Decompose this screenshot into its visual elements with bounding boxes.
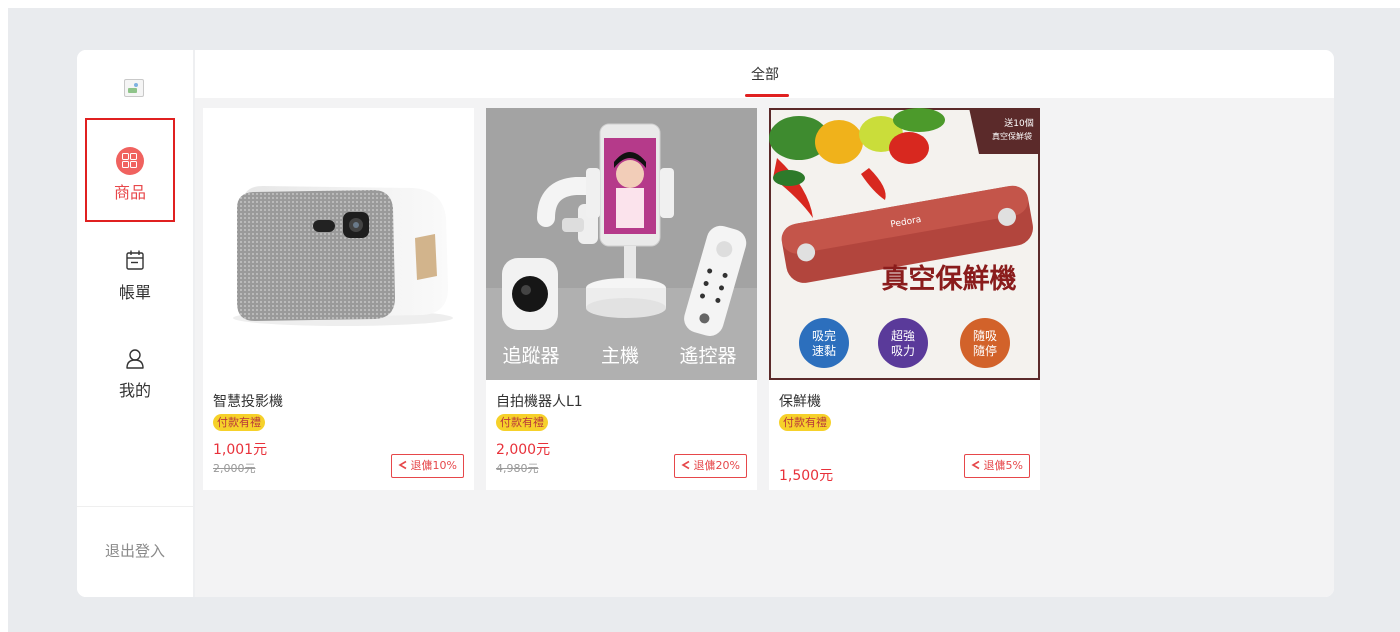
image-badge-text: 隨吸 bbox=[973, 328, 997, 343]
logo-image bbox=[124, 79, 144, 97]
product-name: 自拍機器人L1 bbox=[496, 394, 583, 410]
app-window: 商品 帳單 我的 退出登入 全部 智慧投影機 付款有禮 1,001元 2,000… bbox=[77, 50, 1334, 597]
original-price: 4,980元 bbox=[496, 462, 539, 475]
image-badge-text: 超強 bbox=[891, 328, 915, 343]
image-label: 追蹤器 bbox=[502, 345, 559, 367]
product-price: 2,000元 bbox=[496, 442, 551, 458]
share-commission-button[interactable]: 退傭10% bbox=[390, 454, 464, 478]
image-title: 真空保鮮機 bbox=[882, 263, 1017, 295]
page-background: 商品 帳單 我的 退出登入 全部 智慧投影機 付款有禮 1,001元 2,000… bbox=[8, 8, 1400, 632]
share-icon bbox=[397, 460, 406, 470]
share-icon bbox=[970, 460, 979, 470]
image-label: 遙控器 bbox=[679, 345, 736, 367]
tab-all[interactable]: 全部 bbox=[745, 64, 785, 84]
sidebar-item-label: 我的 bbox=[118, 381, 151, 400]
product-image bbox=[203, 108, 474, 380]
share-commission-button[interactable]: 退傭20% bbox=[673, 454, 747, 478]
logout-button[interactable]: 退出登入 bbox=[77, 540, 193, 561]
tab-active-indicator bbox=[745, 94, 789, 97]
sidebar-item-bills[interactable]: 帳單 bbox=[87, 224, 183, 326]
product-image: 送10個 真空保鮮袋 Pedora 真空保鮮機 吸完 速黏 超強 吸力 隨吸 隨… bbox=[769, 108, 1040, 380]
image-badge-text: 隨停 bbox=[973, 343, 997, 358]
tab-bar: 全部 bbox=[195, 50, 1334, 98]
image-badge-text: 吸力 bbox=[891, 344, 915, 358]
sidebar-item-label: 帳單 bbox=[118, 283, 151, 302]
promo-badge: 付款有禮 bbox=[496, 414, 548, 431]
image-badge-text: 吸完 bbox=[812, 328, 836, 343]
main-content: 全部 智慧投影機 付款有禮 1,001元 2,000元 退傭10% 追蹤器 主機… bbox=[195, 50, 1334, 597]
grid-icon bbox=[116, 147, 144, 175]
sidebar-item-products[interactable]: 商品 bbox=[85, 118, 175, 222]
product-name: 智慧投影機 bbox=[213, 394, 283, 410]
image-label: 主機 bbox=[601, 345, 639, 367]
promo-badge: 付款有禮 bbox=[779, 414, 831, 431]
share-label: 退傭10% bbox=[410, 459, 457, 472]
product-card[interactable]: 追蹤器 主機 遙控器 自拍機器人L1 付款有禮 2,000元 4,980元 退傭… bbox=[486, 108, 757, 490]
sidebar: 商品 帳單 我的 退出登入 bbox=[77, 50, 195, 597]
share-label: 退傭5% bbox=[983, 459, 1023, 472]
share-commission-button[interactable]: 退傭5% bbox=[963, 454, 1030, 478]
product-image: 追蹤器 主機 遙控器 bbox=[486, 108, 757, 380]
original-price: 2,000元 bbox=[213, 462, 256, 475]
share-label: 退傭20% bbox=[693, 459, 740, 472]
product-price: 1,001元 bbox=[213, 442, 268, 458]
image-corner-text: 真空保鮮袋 bbox=[992, 131, 1032, 141]
calendar-icon bbox=[126, 250, 144, 270]
share-icon bbox=[680, 460, 689, 470]
product-card[interactable]: 智慧投影機 付款有禮 1,001元 2,000元 退傭10% bbox=[203, 108, 474, 490]
product-card[interactable]: 送10個 真空保鮮袋 Pedora 真空保鮮機 吸完 速黏 超強 吸力 隨吸 隨… bbox=[769, 108, 1040, 490]
sidebar-item-mine[interactable]: 我的 bbox=[87, 322, 183, 424]
product-name: 保鮮機 bbox=[779, 394, 821, 410]
product-price: 1,500元 bbox=[779, 468, 834, 484]
promo-badge: 付款有禮 bbox=[213, 414, 265, 431]
image-badge-text: 速黏 bbox=[812, 344, 836, 358]
image-corner-text: 送10個 bbox=[1004, 117, 1033, 129]
sidebar-item-label: 商品 bbox=[113, 183, 146, 202]
divider bbox=[77, 506, 193, 507]
user-icon bbox=[126, 349, 144, 369]
